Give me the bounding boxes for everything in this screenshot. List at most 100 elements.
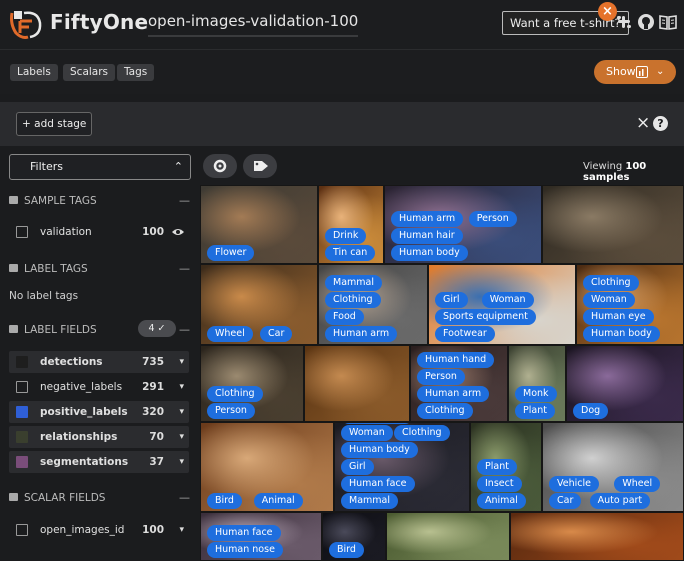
label-tag[interactable]: Human face (207, 525, 281, 541)
label-tag[interactable]: Bird (329, 542, 364, 558)
label-tag[interactable]: Human hand (417, 352, 495, 368)
label-field-row[interactable]: negative_labels 291 ▾ (9, 376, 189, 398)
eye-icon[interactable] (171, 227, 185, 237)
label-tag[interactable]: Vehicle (549, 476, 599, 492)
labels-tab[interactable]: Labels (10, 64, 58, 81)
label-tag[interactable]: Sports equipment (435, 309, 536, 325)
label-field-row[interactable]: detections 735 ▾ (9, 351, 189, 373)
label-tag[interactable]: Human hair (391, 228, 463, 244)
label-tag[interactable]: Human arm (325, 326, 398, 342)
label-tag[interactable]: Girl (341, 459, 374, 475)
caret-down-icon[interactable]: ▾ (179, 451, 184, 473)
label-tag[interactable]: Animal (477, 493, 526, 509)
label-tag[interactable]: Wheel (207, 326, 253, 342)
checkbox[interactable] (16, 456, 28, 468)
app-name[interactable]: FiftyOne (50, 10, 148, 34)
show-button[interactable]: Show ⌄ (594, 60, 676, 84)
github-icon[interactable] (637, 13, 655, 31)
sample-thumbnail[interactable]: Human hand Person Human arm Clothing (410, 345, 508, 422)
settings-button[interactable] (203, 154, 237, 178)
label-tag[interactable]: Human arm (417, 386, 490, 402)
label-tag[interactable]: Animal (253, 493, 303, 509)
label-field-row[interactable]: segmentations 37 ▾ (9, 451, 189, 473)
label-tag[interactable]: Person (417, 369, 465, 385)
help-icon[interactable]: ? (653, 116, 668, 131)
label-tag[interactable]: Woman (481, 292, 534, 308)
label-tag[interactable]: Clothing (394, 425, 450, 441)
label-field-row[interactable]: relationships 70 ▾ (9, 426, 189, 448)
add-stage-button[interactable]: + add stage (16, 112, 93, 136)
scalar-field-row[interactable]: open_images_id 100 ▾ (9, 519, 189, 541)
dataset-selector[interactable]: open-images-validation-100 (148, 12, 359, 37)
label-fields-count-badge[interactable]: 4 ✓ (138, 320, 176, 337)
label-tag[interactable]: Monk (515, 386, 557, 402)
label-tag[interactable]: Person (207, 403, 255, 419)
checkbox[interactable] (16, 226, 28, 238)
sample-thumbnail[interactable]: Bird Animal (200, 422, 334, 512)
sample-thumbnail[interactable]: Bird (322, 512, 386, 561)
label-tag[interactable]: Footwear (435, 326, 495, 342)
label-tag[interactable]: Dog (573, 403, 609, 419)
collapse-scalar-fields-icon[interactable]: — (179, 491, 190, 504)
label-tag[interactable]: Auto part (589, 493, 651, 509)
collapse-label-fields-icon[interactable]: — (179, 323, 190, 336)
tag-button[interactable] (243, 154, 277, 178)
label-tag[interactable]: Clothing (583, 275, 639, 291)
label-tag[interactable]: Mammal (341, 493, 398, 509)
checkbox[interactable] (16, 406, 28, 418)
checkbox[interactable] (16, 356, 28, 368)
checkbox[interactable] (16, 431, 28, 443)
caret-down-icon[interactable]: ▾ (179, 519, 184, 541)
sample-thumbnail[interactable] (542, 185, 684, 264)
label-tag[interactable]: Plant (477, 459, 517, 475)
label-tag[interactable]: Human nose (207, 542, 283, 558)
label-tag[interactable]: Insect (477, 476, 522, 492)
checkbox[interactable] (16, 524, 28, 536)
sample-thumbnail[interactable]: Mammal Clothing Food Human arm (318, 264, 428, 345)
label-tag[interactable]: Human body (341, 442, 418, 458)
label-tag[interactable]: Girl (435, 292, 468, 308)
sample-thumbnail[interactable]: Human hairWomanClothingHuman bodyGirlHum… (334, 422, 470, 512)
checkbox[interactable] (16, 381, 28, 393)
slack-icon[interactable] (615, 13, 633, 31)
sample-thumbnail[interactable]: Wheel Car (200, 264, 318, 345)
label-tag[interactable]: Human eye (583, 309, 654, 325)
label-tag[interactable]: Food (325, 309, 364, 325)
label-tag[interactable]: Woman (341, 425, 393, 441)
sample-thumbnail[interactable]: Human face Human nose (200, 512, 322, 561)
label-tag[interactable]: Woman (583, 292, 635, 308)
tags-tab[interactable]: Tags (117, 64, 155, 81)
label-tag[interactable]: Clothing (325, 292, 381, 308)
label-tag[interactable]: Person (468, 211, 517, 227)
label-field-row[interactable]: positive_labels 320 ▾ (9, 401, 189, 423)
sample-thumbnail[interactable]: Monk Plant (508, 345, 566, 422)
fiftyone-logo-icon[interactable] (8, 7, 44, 41)
sample-thumbnail[interactable]: Dog (566, 345, 684, 422)
label-tag[interactable]: Car (260, 326, 293, 342)
docs-book-icon[interactable] (659, 13, 677, 31)
label-tag[interactable]: Drink (325, 228, 367, 244)
label-tag[interactable]: Human arm (391, 211, 464, 227)
sample-thumbnail[interactable] (386, 512, 510, 561)
caret-down-icon[interactable]: ▾ (179, 351, 184, 373)
sample-thumbnail[interactable]: Vehicle Wheel Car Auto part (542, 422, 684, 512)
sample-thumbnail[interactable]: Flower (200, 185, 318, 264)
collapse-sample-tags-icon[interactable]: — (179, 194, 190, 207)
sample-thumbnail[interactable]: Drink Tin can (318, 185, 384, 264)
label-tag[interactable]: Wheel (614, 476, 661, 492)
collapse-label-tags-icon[interactable]: — (179, 262, 190, 275)
label-tag[interactable]: Human face (341, 476, 415, 492)
clear-view-icon[interactable]: × (636, 113, 650, 133)
label-tag[interactable]: Human body (583, 326, 660, 342)
label-tag[interactable]: Flower (207, 245, 255, 261)
sample-thumbnail[interactable]: Girl Woman Sports equipment Footwear (428, 264, 576, 345)
label-tag[interactable]: Mammal (325, 275, 382, 291)
sample-thumbnail[interactable]: Clothing Person (200, 345, 304, 422)
label-tag[interactable]: Plant (515, 403, 555, 419)
label-tag[interactable]: Human hair (341, 423, 413, 424)
filters-dropdown[interactable]: Filters ⌃ (9, 154, 191, 180)
label-tag[interactable]: Clothing (207, 386, 263, 402)
sample-thumbnail[interactable] (510, 512, 684, 561)
sample-thumbnail[interactable]: Human arm Person Human hair Human body (384, 185, 542, 264)
label-tag[interactable]: Car (549, 493, 582, 509)
